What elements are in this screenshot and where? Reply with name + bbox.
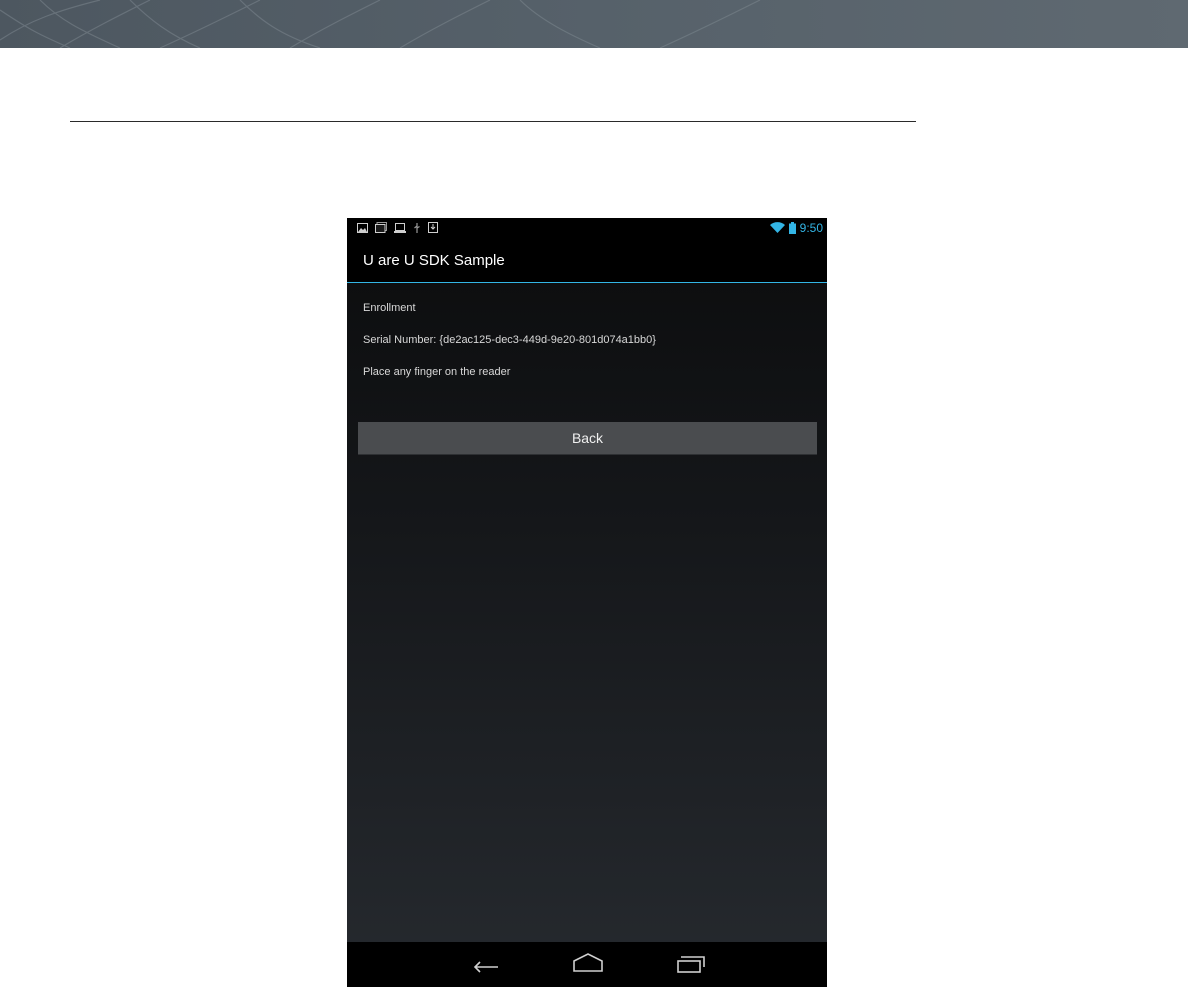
laptop-icon <box>394 222 406 233</box>
recents-icon[interactable] <box>676 952 706 974</box>
action-bar: U are U SDK Sample <box>347 239 827 283</box>
app-title: U are U SDK Sample <box>363 252 505 269</box>
usb-icon <box>414 222 420 233</box>
photos-icon <box>375 222 387 233</box>
system-icons: 9:50 <box>769 220 823 236</box>
gallery-icon <box>357 222 368 233</box>
banner-pattern <box>0 0 761 48</box>
status-bar: 9:50 <box>347 218 827 239</box>
device-screenshot: 9:50 U are U SDK Sample Enrollment Seria… <box>347 218 827 987</box>
instruction-text: Place any finger on the reader <box>363 366 511 378</box>
notification-icons <box>357 222 438 233</box>
back-button[interactable]: Back <box>358 422 817 454</box>
download-icon <box>428 222 438 233</box>
home-icon[interactable] <box>573 952 603 974</box>
navigation-bar <box>347 942 827 987</box>
battery-icon <box>788 222 796 234</box>
document-header-banner <box>0 0 1188 48</box>
horizontal-divider <box>70 121 916 122</box>
back-nav-icon[interactable] <box>471 952 501 974</box>
wifi-icon <box>769 222 785 233</box>
serial-number-text: Serial Number: {de2ac125-dec3-449d-9e20-… <box>363 334 656 346</box>
status-clock: 9:50 <box>799 221 823 235</box>
enrollment-heading: Enrollment <box>363 302 416 314</box>
